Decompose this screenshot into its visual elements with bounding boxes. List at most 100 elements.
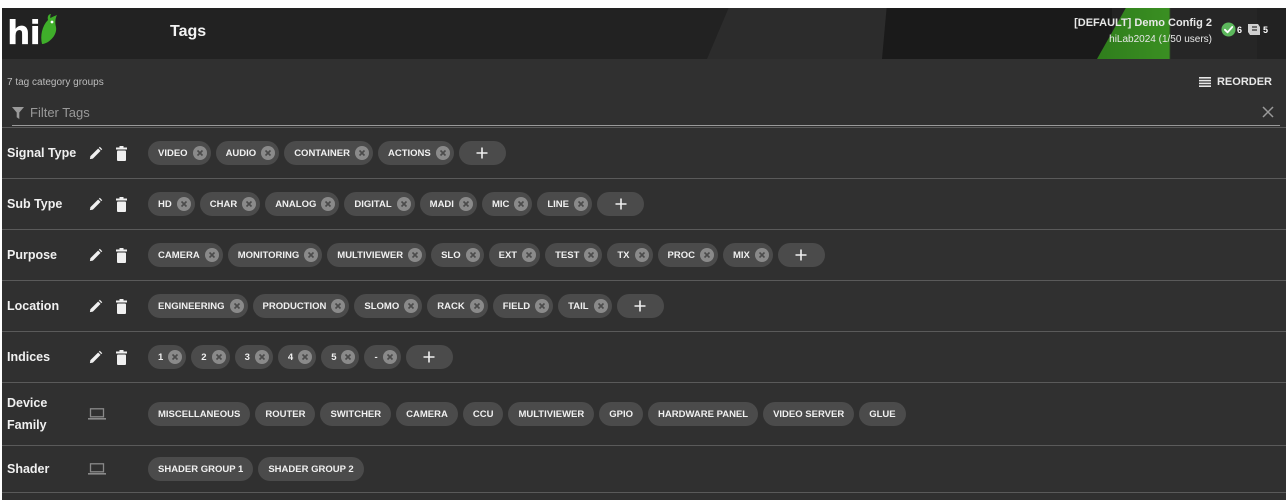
tag-chip-list: CAMERA MONITORING MULTIVIEWER SLO EXT TEST TX P… xyxy=(148,243,825,267)
tag-chip[interactable]: ROUTER xyxy=(255,402,316,426)
tag-chip[interactable]: TAIL xyxy=(558,294,612,318)
edit-category-button[interactable] xyxy=(88,299,103,314)
tag-chip[interactable]: RACK xyxy=(427,294,488,318)
tag-chip[interactable]: GPIO xyxy=(599,402,643,426)
remove-tag-button[interactable] xyxy=(535,299,550,313)
tag-chip[interactable]: MADI xyxy=(419,192,477,216)
tag-chip[interactable]: SLO xyxy=(431,243,484,267)
tag-chip[interactable]: PRODUCTION xyxy=(252,294,350,318)
tag-chip[interactable]: FIELD xyxy=(492,294,554,318)
tag-chip[interactable]: 1 xyxy=(148,345,187,369)
status-ok[interactable]: 6 xyxy=(1221,22,1242,37)
edit-category-button[interactable] xyxy=(88,350,103,365)
tag-chip[interactable]: EXT xyxy=(488,243,541,267)
tag-chip[interactable]: CHAR xyxy=(199,192,261,216)
remove-tag-button[interactable] xyxy=(634,248,649,262)
tag-chip[interactable]: DIGITAL xyxy=(344,192,415,216)
tag-chip[interactable]: MULTIVIEWER xyxy=(327,243,427,267)
tag-chip[interactable]: MONITORING xyxy=(227,243,323,267)
remove-tag-button[interactable] xyxy=(304,248,319,262)
tag-chip[interactable]: SWITCHER xyxy=(320,402,392,426)
tag-chip[interactable]: SHADER GROUP 2 xyxy=(258,457,364,481)
remove-tag-button[interactable] xyxy=(522,248,537,262)
delete-category-button[interactable] xyxy=(116,298,127,314)
remove-tag-button[interactable] xyxy=(331,299,346,313)
close-icon[interactable] xyxy=(1262,106,1274,118)
tag-chip[interactable]: AUDIO xyxy=(215,141,280,165)
remove-tag-button[interactable] xyxy=(514,197,529,211)
remove-tag-button[interactable] xyxy=(192,146,207,160)
remove-tag-button[interactable] xyxy=(593,299,608,313)
edit-category-button[interactable] xyxy=(88,197,103,212)
config-info[interactable]: [DEFAULT] Demo Config 2 hiLab2024 (1/50 … xyxy=(1074,16,1212,47)
tag-chip[interactable]: CONTAINER xyxy=(284,141,373,165)
remove-tag-button[interactable] xyxy=(176,197,191,211)
status-alerts[interactable]: 5 xyxy=(1246,22,1268,37)
tag-chip[interactable]: 3 xyxy=(234,345,273,369)
tag-chip[interactable]: TX xyxy=(607,243,653,267)
remove-tag-button[interactable] xyxy=(254,350,269,364)
tag-chip[interactable]: 5 xyxy=(321,345,360,369)
remove-tag-button[interactable] xyxy=(458,197,473,211)
tag-chip[interactable]: CAMERA xyxy=(148,243,223,267)
add-tag-button[interactable] xyxy=(777,243,825,267)
tag-chip[interactable]: SHADER GROUP 1 xyxy=(148,457,254,481)
category-row: Indices 1 2 3 4 5 - xyxy=(2,331,1286,382)
remove-tag-button[interactable] xyxy=(574,197,588,211)
remove-tag-button[interactable] xyxy=(341,350,356,364)
tag-chip[interactable]: CCU xyxy=(462,402,504,426)
remove-tag-button[interactable] xyxy=(435,146,450,160)
tag-chip[interactable]: LINE xyxy=(537,192,592,216)
tag-chip[interactable]: 2 xyxy=(191,345,230,369)
filter-input[interactable] xyxy=(30,105,1230,120)
tag-chip[interactable]: SLOMO xyxy=(354,294,423,318)
tag-chip[interactable]: ACTIONS xyxy=(377,141,454,165)
remove-tag-button[interactable] xyxy=(168,350,183,364)
delete-category-button[interactable] xyxy=(116,196,127,212)
tag-chip[interactable]: MIC xyxy=(481,192,533,216)
tag-chip[interactable]: TEST xyxy=(545,243,603,267)
remove-tag-button[interactable] xyxy=(298,350,313,364)
remove-tag-button[interactable] xyxy=(396,197,411,211)
remove-tag-button[interactable] xyxy=(382,350,397,364)
delete-category-button[interactable] xyxy=(116,247,127,263)
remove-tag-button[interactable] xyxy=(321,197,336,211)
tag-chip[interactable]: VIDEO xyxy=(148,141,211,165)
tag-chip[interactable]: PROC xyxy=(657,243,718,267)
remove-tag-button[interactable] xyxy=(261,146,276,160)
add-tag-button[interactable] xyxy=(597,192,644,216)
remove-tag-button[interactable] xyxy=(754,248,769,262)
tag-chip[interactable]: MISCELLANEOUS xyxy=(148,402,251,426)
delete-category-button[interactable] xyxy=(116,145,127,161)
remove-tag-button[interactable] xyxy=(465,248,480,262)
tag-chip[interactable]: 4 xyxy=(277,345,317,369)
tag-chip[interactable]: HARDWARE PANEL xyxy=(648,402,759,426)
remove-tag-button[interactable] xyxy=(211,350,226,364)
tag-chip[interactable]: MULTIVIEWER xyxy=(508,402,595,426)
app-logo[interactable]: hi xyxy=(7,13,60,53)
edit-category-button[interactable] xyxy=(88,146,103,161)
tag-chip[interactable]: HD xyxy=(148,192,195,216)
remove-tag-button[interactable] xyxy=(408,248,423,262)
remove-tag-button[interactable] xyxy=(242,197,257,211)
tag-chip[interactable]: CAMERA xyxy=(396,402,458,426)
tag-chip[interactable]: VIDEO SERVER xyxy=(763,402,855,426)
tag-chip[interactable]: MIX xyxy=(722,243,773,267)
edit-category-button[interactable] xyxy=(88,248,103,263)
remove-tag-button[interactable] xyxy=(204,248,219,262)
remove-tag-button[interactable] xyxy=(469,299,484,313)
add-tag-button[interactable] xyxy=(458,141,506,165)
remove-tag-button[interactable] xyxy=(354,146,369,160)
tag-chip[interactable]: - xyxy=(364,345,401,369)
add-tag-button[interactable] xyxy=(405,345,453,369)
tag-chip[interactable]: ENGINEERING xyxy=(148,294,248,318)
remove-tag-button[interactable] xyxy=(699,248,714,262)
remove-tag-button[interactable] xyxy=(229,299,244,313)
tag-chip[interactable]: ANALOG xyxy=(265,192,340,216)
reorder-button[interactable]: REORDER xyxy=(1198,76,1272,88)
delete-category-button[interactable] xyxy=(116,349,127,365)
remove-tag-button[interactable] xyxy=(584,248,599,262)
remove-tag-button[interactable] xyxy=(404,299,419,313)
add-tag-button[interactable] xyxy=(616,294,664,318)
tag-chip[interactable]: GLUE xyxy=(859,402,906,426)
